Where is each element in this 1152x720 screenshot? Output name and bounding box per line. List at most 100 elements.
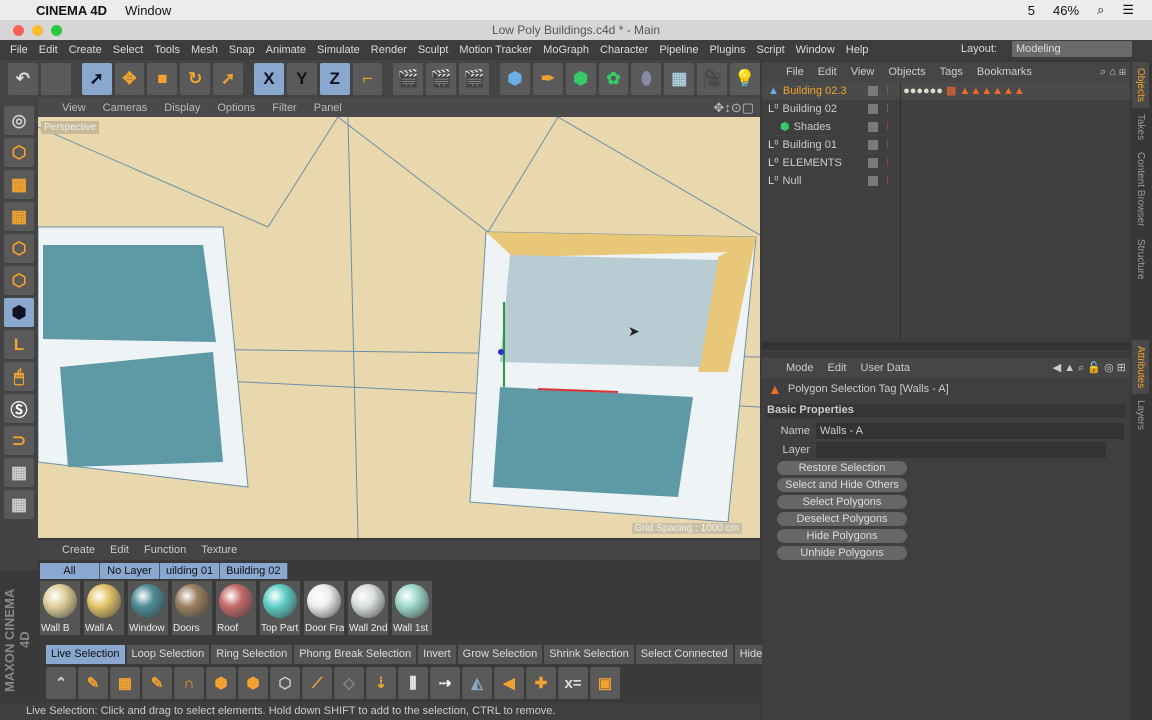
object-row[interactable]: L⁰ ELEMENTS ⁞ xyxy=(762,154,1130,172)
name-field[interactable]: Walls - A xyxy=(816,422,1124,439)
extrude-inner-icon[interactable]: ⬢ xyxy=(238,667,268,699)
command-button[interactable]: Live Selection xyxy=(46,645,125,664)
matrix-extrude-icon[interactable]: ⬡ xyxy=(270,667,300,699)
tab-attributes[interactable]: Attributes xyxy=(1132,340,1149,395)
polygons-mode-icon[interactable]: ⬢ xyxy=(4,298,34,327)
cloner-icon[interactable]: ✿ xyxy=(598,63,629,95)
render-view-icon[interactable]: 🎬 xyxy=(393,63,424,95)
object-row[interactable]: L⁰ Building 01 ⁞ xyxy=(762,136,1130,154)
brush-icon[interactable]: ✎ xyxy=(142,667,172,699)
undo-icon[interactable]: ↶ xyxy=(8,63,38,95)
menu-item[interactable]: Select xyxy=(113,44,144,56)
command-button[interactable]: Ring Selection xyxy=(211,645,293,664)
make-editable-icon[interactable]: ◎ xyxy=(4,106,34,135)
menu-item[interactable]: Plugins xyxy=(709,44,745,56)
menu-item[interactable]: Snap xyxy=(229,44,255,56)
axis-icon[interactable]: L xyxy=(4,330,34,359)
object-row[interactable]: L⁰ Building 02 ⁞ xyxy=(762,100,1130,118)
visibility-toggle-icon[interactable] xyxy=(868,103,878,114)
set-value-icon[interactable]: x= xyxy=(558,667,588,699)
solo-icon[interactable]: Ⓢ xyxy=(4,394,34,423)
texture-mode-icon[interactable]: ▩ xyxy=(4,170,34,199)
menu-item[interactable]: Render xyxy=(371,44,407,56)
menu-item[interactable]: Simulate xyxy=(317,44,360,56)
workplane-icon[interactable]: ▦ xyxy=(4,202,34,231)
close-button[interactable] xyxy=(13,25,24,36)
command-button[interactable]: Loop Selection xyxy=(126,645,210,664)
attr-menu-edit[interactable]: Edit xyxy=(828,362,847,374)
knife-grid-icon[interactable]: ▦ xyxy=(110,667,140,699)
material-menu-create[interactable]: Create xyxy=(62,544,95,556)
tab-content-browser[interactable]: Content Browser xyxy=(1132,146,1149,232)
menu-item[interactable]: Character xyxy=(600,44,648,56)
app-menu[interactable]: CINEMA 4D xyxy=(36,3,107,18)
extrude-icon[interactable]: ⬢ xyxy=(206,667,236,699)
viewport-menu-filter[interactable]: Filter xyxy=(272,102,296,114)
material-tab[interactable]: No Layer xyxy=(100,563,160,579)
viewport-menu-cameras[interactable]: Cameras xyxy=(103,102,148,114)
material-swatch[interactable]: Wall 1st xyxy=(392,581,432,635)
floor-icon[interactable]: ▦ xyxy=(664,63,695,95)
x-axis-toggle[interactable]: X xyxy=(254,63,284,95)
command-button[interactable]: Shrink Selection xyxy=(544,645,634,664)
menu-item[interactable]: Animate xyxy=(266,44,306,56)
viewport-3d[interactable]: Perspective Grid Spacing : 1000 cm ➤ xyxy=(38,117,760,538)
visibility-toggle-icon[interactable] xyxy=(868,139,878,150)
visibility-toggle-icon[interactable] xyxy=(868,175,878,186)
layout-select[interactable]: Modeling xyxy=(1012,41,1132,57)
material-swatch[interactable]: Wall B xyxy=(40,581,80,635)
cube-icon[interactable]: ⬢ xyxy=(500,63,530,95)
menu-item[interactable]: Create xyxy=(69,44,102,56)
om-menu-view[interactable]: View xyxy=(851,66,875,78)
subdivision-icon[interactable]: ⬢ xyxy=(565,63,596,95)
layer-field[interactable] xyxy=(816,441,1106,458)
attribute-button[interactable]: Select Polygons xyxy=(777,495,907,509)
y-axis-toggle[interactable]: Y xyxy=(286,63,317,95)
symmetry-icon[interactable]: ◀ xyxy=(494,667,524,699)
deformer-icon[interactable]: ⬮ xyxy=(631,63,662,95)
select-tool-icon[interactable]: ➚ xyxy=(81,63,112,95)
attribute-button[interactable]: Select and Hide Others xyxy=(777,478,907,492)
recent-tool-icon[interactable]: ➚ xyxy=(213,63,244,95)
object-row[interactable]: L⁰ Null ⁞ xyxy=(762,172,1130,190)
edges-mode-icon[interactable]: ⬡ xyxy=(4,266,34,295)
viewport-menu-view[interactable]: View xyxy=(62,102,86,114)
tab-structure[interactable]: Structure xyxy=(1132,233,1149,286)
pen-icon[interactable]: ✒ xyxy=(532,63,563,95)
command-button[interactable]: Invert xyxy=(418,645,456,664)
menu-item[interactable]: Window xyxy=(796,44,835,56)
z-axis-toggle[interactable]: Z xyxy=(319,63,350,95)
om-menu-edit[interactable]: Edit xyxy=(818,66,837,78)
adobe-count[interactable]: 5 xyxy=(1028,3,1035,18)
material-menu-edit[interactable]: Edit xyxy=(110,544,129,556)
material-tab[interactable]: uilding 01 xyxy=(160,563,221,579)
om-menu-bookmarks[interactable]: Bookmarks xyxy=(977,66,1032,78)
visibility-dots-icon[interactable]: ⁞ xyxy=(886,157,889,169)
attribute-button[interactable]: Deselect Polygons xyxy=(777,512,907,526)
tweak-icon[interactable]: 🖱 xyxy=(4,362,34,391)
snap-icon[interactable]: ⊃ xyxy=(4,426,34,455)
om-search-icon[interactable]: ⌕ ⌂ ⊞ xyxy=(1100,66,1126,79)
viewport-menu-options[interactable]: Options xyxy=(217,102,255,114)
attribute-button[interactable]: Restore Selection xyxy=(777,461,907,475)
polygon-pen-icon[interactable]: ✎ xyxy=(78,667,108,699)
optimize-icon[interactable]: ▣ xyxy=(590,667,620,699)
bridge-icon[interactable]: ◇ xyxy=(334,667,364,699)
list-icon[interactable]: ☰ xyxy=(1122,2,1134,18)
menu-item[interactable]: MoGraph xyxy=(543,44,589,56)
light-icon[interactable]: 💡 xyxy=(730,63,760,95)
align-icon[interactable]: ⫼ xyxy=(398,667,428,699)
menu-item[interactable]: Edit xyxy=(39,44,58,56)
mirror-icon[interactable]: ◭ xyxy=(462,667,492,699)
viewport-menu-display[interactable]: Display xyxy=(164,102,200,114)
workplane-lock-icon[interactable]: ▦ xyxy=(4,458,34,487)
minimize-button[interactable] xyxy=(32,25,43,36)
menu-item[interactable]: Script xyxy=(757,44,785,56)
camera-label[interactable]: Perspective xyxy=(41,121,100,134)
menu-item[interactable]: Motion Tracker xyxy=(459,44,532,56)
window-menu[interactable]: Window xyxy=(125,3,171,18)
visibility-toggle-icon[interactable] xyxy=(868,85,878,96)
magnet-icon[interactable]: ∩ xyxy=(174,667,204,699)
material-swatch[interactable]: Roof xyxy=(216,581,256,635)
object-row[interactable]: ⬢ Shades ⁞ xyxy=(762,118,1130,136)
